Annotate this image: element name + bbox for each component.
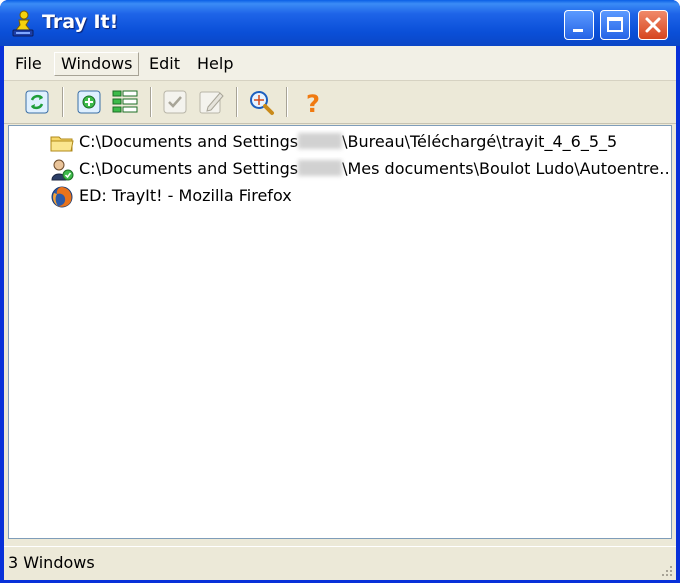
menu-help[interactable]: Help [190, 52, 240, 76]
close-icon [645, 17, 661, 33]
minimize-icon [573, 29, 583, 32]
help-icon[interactable]: ? [298, 87, 328, 117]
list-view-icon[interactable] [110, 87, 140, 117]
toolbar: ? [4, 81, 676, 124]
list-item-label: ED: TrayIt! - Mozilla Firefox [79, 186, 292, 205]
status-bar: 3 Windows [4, 546, 676, 580]
edit-icon[interactable] [196, 87, 226, 117]
list-item-path-prefix: C:\Documents and Settings [79, 132, 299, 151]
menu-edit[interactable]: Edit [142, 52, 187, 76]
list-item[interactable]: C:\Documents and Settings \Bureau\Télécha… [49, 130, 669, 156]
window-title: Tray It! [42, 11, 119, 33]
window-list[interactable]: C:\Documents and Settings \Bureau\Télécha… [8, 125, 672, 539]
toolbar-separator [236, 87, 238, 117]
close-button[interactable] [638, 10, 668, 40]
find-window-icon[interactable] [246, 87, 276, 117]
list-item[interactable]: C:\Documents and Settings \Mes documents\… [49, 157, 669, 183]
toolbar-separator [62, 87, 64, 117]
refresh-icon[interactable] [22, 87, 52, 117]
list-item-path-prefix: C:\Documents and Settings [79, 159, 299, 178]
menu-windows[interactable]: Windows [54, 52, 140, 76]
maximize-icon [607, 17, 623, 32]
check-icon[interactable] [160, 87, 190, 117]
maximize-button[interactable] [600, 10, 630, 40]
firefox-icon [51, 186, 73, 208]
title-bar[interactable]: Tray It! [0, 0, 680, 46]
user-folder-icon [51, 159, 74, 181]
status-text: 3 Windows [8, 553, 95, 572]
menu-bar: File Windows Edit Help [4, 46, 676, 81]
app-window: Tray It! File Windows Edit Help ? C:\Doc… [0, 0, 680, 583]
client-area: File Windows Edit Help ? C:\Documents an… [4, 46, 676, 580]
resize-grip-icon[interactable] [658, 562, 674, 578]
list-item-path-suffix: \Bureau\Téléchargé\trayit_4_6_5_5 [342, 132, 618, 151]
svg-text:?: ? [306, 90, 320, 117]
toolbar-separator [286, 87, 288, 117]
toolbar-separator [150, 87, 152, 117]
redacted-username [298, 160, 343, 176]
menu-file[interactable]: File [8, 52, 49, 76]
folder-icon [50, 136, 74, 152]
minimize-button[interactable] [564, 10, 594, 40]
add-window-icon[interactable] [74, 87, 104, 117]
redacted-username [298, 133, 343, 149]
list-item[interactable]: ED: TrayIt! - Mozilla Firefox [49, 184, 669, 210]
app-icon [12, 10, 34, 37]
list-item-path-suffix: \Mes documents\Boulot Ludo\Autoentre… [342, 159, 669, 178]
